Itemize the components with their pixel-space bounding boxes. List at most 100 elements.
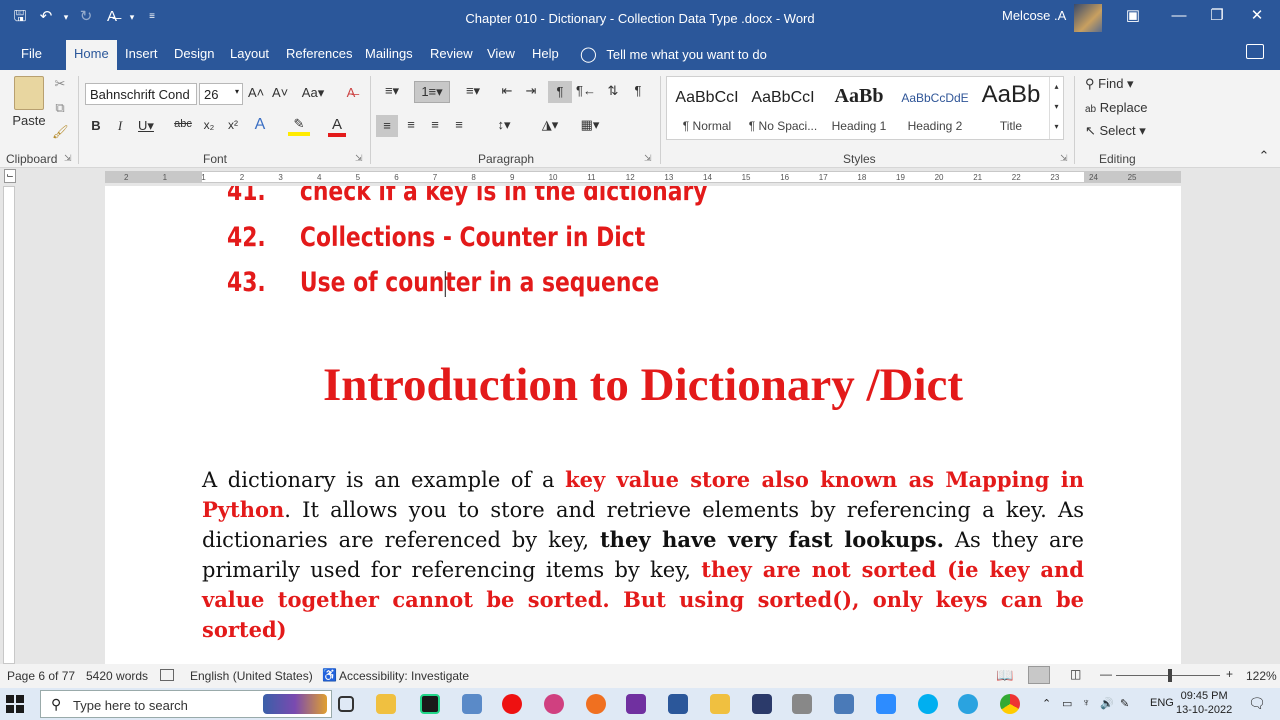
tab-design[interactable]: Design xyxy=(174,46,214,61)
word-count[interactable]: 5420 words xyxy=(86,669,148,683)
taskbar-search[interactable]: ⚲ Type here to search xyxy=(40,690,332,718)
strikethrough-icon[interactable]: abc xyxy=(172,118,194,130)
bold-icon[interactable]: B xyxy=(88,118,104,133)
task-view-icon[interactable] xyxy=(338,696,354,712)
page-count[interactable]: Page 6 of 77 xyxy=(7,669,75,683)
skype-icon[interactable] xyxy=(918,694,938,714)
grow-font-icon[interactable]: A˄ xyxy=(248,85,264,100)
tray-chevron-icon[interactable]: ⌃ xyxy=(1042,697,1051,710)
zoom-in-icon[interactable]: + xyxy=(1226,667,1233,681)
language-indicator[interactable]: ENG xyxy=(1150,697,1174,709)
toc-item-43[interactable]: 43. Use of counter in a sequence xyxy=(227,267,659,298)
tab-file[interactable]: File xyxy=(21,46,42,61)
font-size-box[interactable]: 26 ▾ xyxy=(199,83,243,105)
change-case-button[interactable]: Aa▾ xyxy=(298,85,328,101)
volume-icon[interactable]: 🔊 xyxy=(1100,697,1114,710)
read-mode-icon[interactable]: 📖 xyxy=(996,667,1013,684)
multilevel-list-icon[interactable]: ≡▾ xyxy=(458,83,488,99)
print-layout-icon[interactable] xyxy=(1028,666,1050,684)
clear-formatting-icon[interactable]: A̶ xyxy=(343,85,359,100)
italic-icon[interactable]: I xyxy=(112,118,128,134)
tab-help[interactable]: Help xyxy=(532,46,559,61)
font-name-box[interactable]: Bahnschrift Cond xyxy=(85,83,197,105)
subscript-icon[interactable]: x₂ xyxy=(200,118,218,132)
style-normal[interactable]: AaBbCcI ¶ Normal xyxy=(669,77,745,139)
avatar[interactable] xyxy=(1074,4,1102,32)
tab-layout[interactable]: Layout xyxy=(230,46,269,61)
zoom-out-icon[interactable]: — xyxy=(1100,667,1112,681)
font-color-icon[interactable]: A xyxy=(328,116,346,137)
paste-icon[interactable] xyxy=(14,76,44,110)
tab-references[interactable]: References xyxy=(286,46,352,61)
mic-icon[interactable] xyxy=(792,694,812,714)
cut-icon[interactable]: ✂ xyxy=(52,76,68,92)
numbering-icon[interactable]: 1≡▾ xyxy=(414,81,450,103)
opera-icon[interactable] xyxy=(502,694,522,714)
app-icon[interactable] xyxy=(462,694,482,714)
align-right-icon[interactable]: ≡ xyxy=(426,117,444,132)
select-button[interactable]: ↖ Select ▾ xyxy=(1085,123,1155,139)
close-icon[interactable]: ✕ xyxy=(1234,0,1280,32)
file-explorer-icon[interactable] xyxy=(376,694,396,714)
app-icon[interactable] xyxy=(834,694,854,714)
rtl-icon[interactable]: ¶← xyxy=(576,83,596,98)
accessibility-icon[interactable]: ♿ xyxy=(322,668,337,682)
zoom-slider-thumb[interactable] xyxy=(1168,669,1172,682)
highlight-icon[interactable]: ✎ xyxy=(288,116,310,136)
pen-icon[interactable]: ✎ xyxy=(1120,697,1129,710)
bullets-icon[interactable]: ≡▾ xyxy=(378,83,406,99)
style-title[interactable]: AaBb Title xyxy=(973,77,1049,139)
telegram-icon[interactable] xyxy=(958,694,978,714)
body-paragraph[interactable]: A dictionary is an example of a key valu… xyxy=(202,465,1084,645)
ribbon-display-options-icon[interactable]: ▣ xyxy=(1110,0,1156,32)
tab-selector-icon[interactable]: ⌙ xyxy=(4,169,16,183)
tab-view[interactable]: View xyxy=(487,46,515,61)
folder-icon[interactable] xyxy=(710,694,730,714)
replace-button[interactable]: ab Replace xyxy=(1085,100,1155,115)
app-icon[interactable] xyxy=(626,694,646,714)
decrease-indent-icon[interactable]: ⇤ xyxy=(498,83,516,99)
sort-icon[interactable]: ⇅ xyxy=(604,83,622,99)
align-left-icon[interactable]: ≡ xyxy=(376,115,398,137)
clipboard-launcher-icon[interactable]: ⇲ xyxy=(64,153,72,164)
language-status[interactable]: English (United States) xyxy=(190,669,313,683)
borders-icon[interactable]: ▦▾ xyxy=(574,117,606,133)
find-button[interactable]: ⚲ Find ▾ xyxy=(1085,76,1155,92)
toc-item-42[interactable]: 42. Collections - Counter in Dict xyxy=(227,222,645,253)
style-no-spacing[interactable]: AaBbCcI ¶ No Spaci... xyxy=(745,77,821,139)
paste-label[interactable]: Paste xyxy=(12,113,46,128)
comments-icon[interactable] xyxy=(1246,44,1264,59)
notifications-icon[interactable]: 🗨 xyxy=(1248,695,1266,712)
cortana-icon[interactable] xyxy=(263,694,327,714)
font-launcher-icon[interactable]: ⇲ xyxy=(355,153,363,164)
underline-icon[interactable]: U▾ xyxy=(136,118,156,134)
pycharm-icon[interactable] xyxy=(420,694,440,714)
styles-launcher-icon[interactable]: ⇲ xyxy=(1060,153,1068,164)
style-heading-1[interactable]: AaBb Heading 1 xyxy=(821,77,897,139)
tab-insert[interactable]: Insert xyxy=(125,46,158,61)
shading-icon[interactable]: ◮▾ xyxy=(534,117,566,133)
snip-icon[interactable] xyxy=(544,694,564,714)
zoom-level[interactable]: 122% xyxy=(1246,669,1277,683)
superscript-icon[interactable]: x² xyxy=(224,118,242,132)
shrink-font-icon[interactable]: A˅ xyxy=(272,85,288,100)
web-layout-icon[interactable]: ◫ xyxy=(1070,667,1081,681)
format-painter-icon[interactable]: 🖌 xyxy=(52,124,69,140)
align-center-icon[interactable]: ≡ xyxy=(402,117,420,132)
increase-indent-icon[interactable]: ⇥ xyxy=(522,83,540,99)
document-page[interactable]: 41. check if a key is in the dictionary 4… xyxy=(105,186,1181,664)
copy-icon[interactable]: ⧉ xyxy=(52,100,68,116)
accessibility-status[interactable]: Accessibility: Investigate xyxy=(339,669,469,683)
collapse-ribbon-icon[interactable]: ⌃ xyxy=(1256,148,1272,164)
text-effects-icon[interactable]: A xyxy=(252,116,268,134)
tab-mailings[interactable]: Mailings xyxy=(365,46,413,61)
proofing-icon[interactable] xyxy=(160,669,174,681)
clock[interactable]: 09:45 PM 13-10-2022 xyxy=(1176,689,1232,717)
firefox-icon[interactable] xyxy=(586,694,606,714)
wifi-icon[interactable]: ♆ xyxy=(1082,697,1090,709)
user-name[interactable]: Melcose .A xyxy=(1002,8,1066,23)
zoom-app-icon[interactable] xyxy=(876,694,896,714)
paragraph-launcher-icon[interactable]: ⇲ xyxy=(644,153,652,164)
word-taskbar-icon[interactable] xyxy=(668,694,688,714)
styles-scroll-icon[interactable]: ▴ ▾ ▾ xyxy=(1049,77,1063,139)
